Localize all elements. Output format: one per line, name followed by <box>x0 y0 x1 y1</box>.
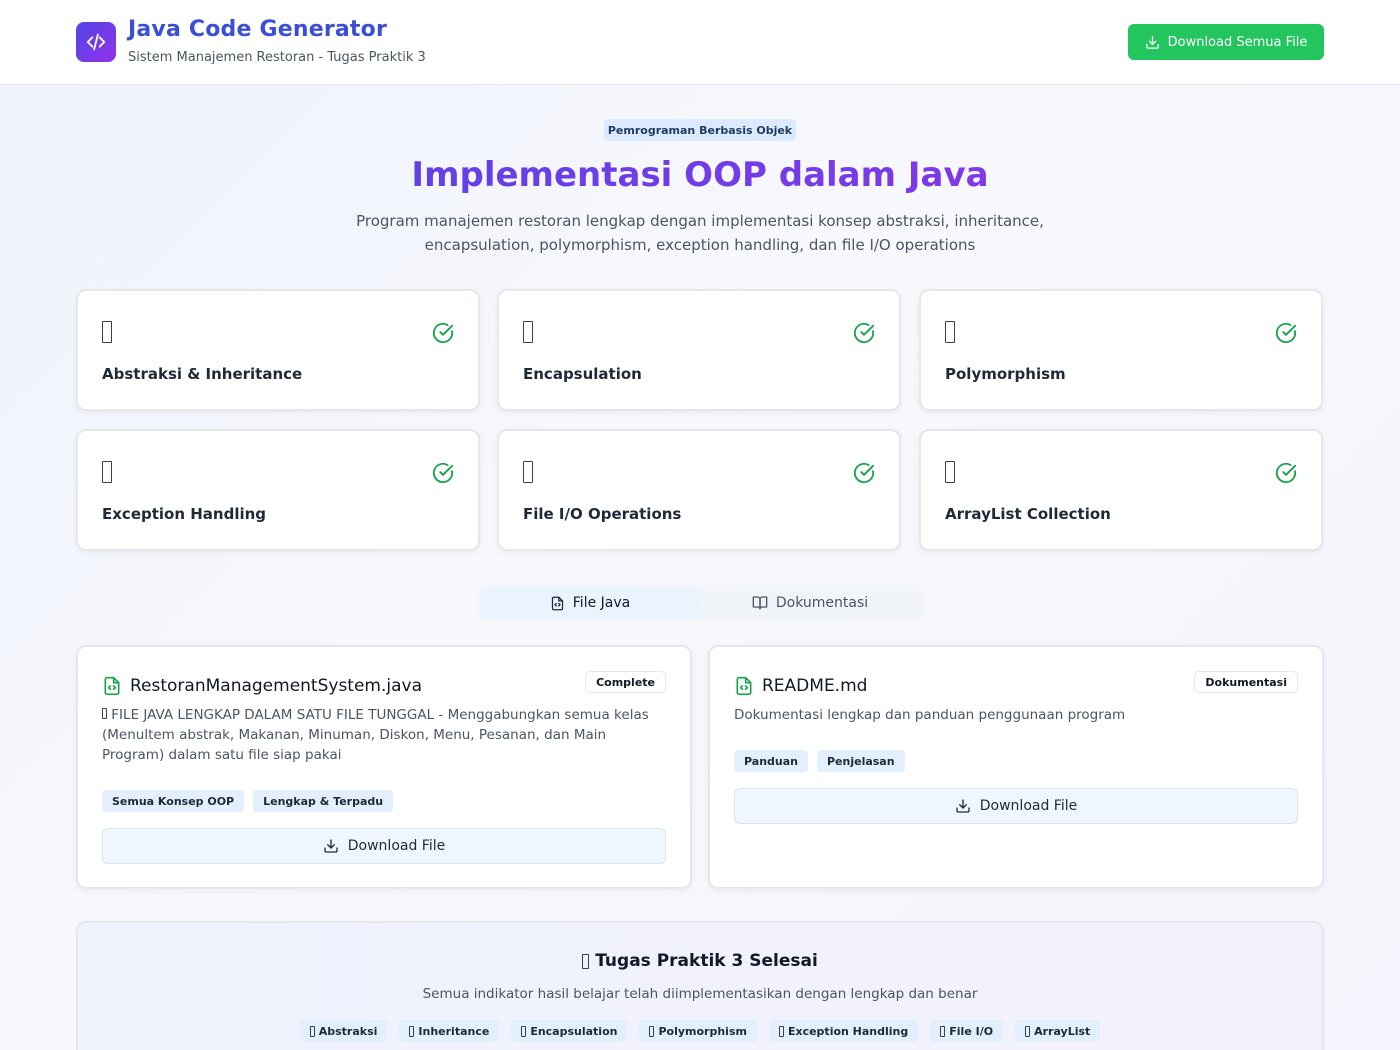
tab-file-java[interactable]: File Java <box>480 588 700 618</box>
summary-tag-label: ArrayList <box>1034 1024 1091 1038</box>
download-all-button[interactable]: Download Semua File <box>1128 24 1324 60</box>
download-label: Download File <box>979 798 1078 814</box>
concept-card-abstraksi: Abstraksi & Inheritance <box>76 289 480 411</box>
file-description: FILE JAVA LENGKAP DALAM SATU FILE TUNGGA… <box>102 705 662 765</box>
download-all-label: Download Semua File <box>1167 34 1308 50</box>
file-code-icon <box>551 596 563 610</box>
summary-tag-label: Inheritance <box>418 1024 490 1038</box>
concept-label: Polymorphism <box>945 365 1066 383</box>
concept-label: ArrayList Collection <box>945 505 1111 523</box>
summary-tag: Abstraksi <box>299 1020 388 1042</box>
emoji-placeholder-icon <box>521 1025 527 1037</box>
status-badge: Dokumentasi <box>1194 671 1298 693</box>
app-header: Java Code Generator Sistem Manajemen Res… <box>0 0 1400 85</box>
summary-tag-label: File I/O <box>949 1024 994 1038</box>
emoji-placeholder-icon <box>945 461 955 483</box>
concept-label: Abstraksi & Inheritance <box>102 365 303 383</box>
summary-tag: File I/O <box>930 1020 1004 1042</box>
hero-description: Program manajemen restoran lengkap denga… <box>356 212 1044 254</box>
tab-label: Dokumentasi <box>775 595 869 611</box>
file-tags: Panduan Penjelasan <box>734 750 905 772</box>
code-icon <box>76 22 116 62</box>
download-file-button[interactable]: Download File <box>102 828 666 864</box>
download-file-button[interactable]: Download File <box>734 788 1298 824</box>
book-open-icon <box>752 596 768 610</box>
emoji-placeholder-icon <box>523 321 533 343</box>
file-code-icon <box>736 676 752 696</box>
summary-tag: Exception Handling <box>768 1020 919 1042</box>
check-circle-icon <box>1275 462 1297 483</box>
concept-card-file-io: File I/O Operations <box>497 429 901 551</box>
download-icon <box>956 799 970 813</box>
tab-dokumentasi[interactable]: Dokumentasi <box>700 588 920 618</box>
summary-tag-label: Exception Handling <box>787 1024 909 1038</box>
summary-tag: ArrayList <box>1015 1020 1101 1042</box>
emoji-placeholder-icon <box>523 461 533 483</box>
check-circle-icon <box>853 462 875 483</box>
file-code-icon <box>104 676 120 696</box>
check-circle-icon <box>432 462 454 483</box>
emoji-placeholder-icon <box>582 953 590 969</box>
concept-card-arraylist: ArrayList Collection <box>919 429 1323 551</box>
file-name: RestoranManagementSystem.java <box>130 676 423 696</box>
concept-card-polymorphism: Polymorphism <box>919 289 1323 411</box>
emoji-placeholder-icon <box>940 1025 946 1037</box>
emoji-placeholder-icon <box>1025 1025 1031 1037</box>
status-badge: Complete <box>585 671 666 693</box>
file-tag: Panduan <box>734 750 808 772</box>
file-description: Dokumentasi lengkap dan panduan pengguna… <box>734 707 1126 723</box>
summary-tags: Abstraksi Inheritance Encapsulation Poly… <box>78 1020 1322 1042</box>
check-circle-icon <box>853 322 875 343</box>
file-card-java: RestoranManagementSystem.java Complete F… <box>76 645 692 889</box>
concept-card-exception-handling: Exception Handling <box>76 429 480 551</box>
emoji-placeholder-icon <box>778 1025 784 1037</box>
emoji-placeholder-icon <box>945 321 955 343</box>
summary-tag: Encapsulation <box>511 1020 628 1042</box>
file-tag: Lengkap & Terpadu <box>253 790 394 812</box>
concept-label: Exception Handling <box>102 505 267 523</box>
download-icon <box>324 839 338 853</box>
check-circle-icon <box>432 322 454 343</box>
file-tag: Penjelasan <box>816 750 905 772</box>
emoji-placeholder-icon <box>649 1025 655 1037</box>
emoji-placeholder-icon <box>102 321 112 343</box>
file-tabs: File Java Dokumentasi <box>477 585 923 621</box>
app-subtitle: Sistem Manajemen Restoran - Tugas Prakti… <box>128 50 426 65</box>
file-tags: Semua Konsep OOP Lengkap & Terpadu <box>102 790 394 812</box>
summary-title: Tugas Praktik 3 Selesai <box>78 951 1322 971</box>
file-description-text: FILE JAVA LENGKAP DALAM SATU FILE TUNGGA… <box>102 707 649 763</box>
check-circle-icon <box>1275 322 1297 343</box>
summary-title-text: Tugas Praktik 3 Selesai <box>595 951 818 971</box>
download-label: Download File <box>347 838 446 854</box>
hero-title: Implementasi OOP dalam Java <box>0 155 1400 195</box>
tab-label: File Java <box>572 595 631 611</box>
emoji-placeholder-icon <box>102 461 112 483</box>
concept-label: Encapsulation <box>523 365 642 383</box>
summary-tag: Polymorphism <box>639 1020 757 1042</box>
file-name: README.md <box>762 676 868 696</box>
summary-tag: Inheritance <box>399 1020 500 1042</box>
app-title: Java Code Generator <box>128 17 388 42</box>
file-card-readme: README.md Dokumentasi Dokumentasi lengka… <box>708 645 1324 889</box>
summary-description: Semua indikator hasil belajar telah diim… <box>422 986 978 1002</box>
summary-tag-label: Encapsulation <box>530 1024 618 1038</box>
concept-card-encapsulation: Encapsulation <box>497 289 901 411</box>
file-tag: Semua Konsep OOP <box>102 790 245 812</box>
topic-badge: Pemrograman Berbasis Objek <box>604 119 796 141</box>
concept-label: File I/O Operations <box>523 505 682 523</box>
completion-summary: Tugas Praktik 3 Selesai Semua indikator … <box>76 921 1324 1050</box>
emoji-placeholder-icon <box>409 1025 415 1037</box>
download-icon <box>1145 35 1159 49</box>
emoji-placeholder-icon <box>102 708 107 719</box>
summary-tag-label: Polymorphism <box>658 1024 747 1038</box>
emoji-placeholder-icon <box>309 1025 315 1037</box>
summary-tag-label: Abstraksi <box>318 1024 378 1038</box>
